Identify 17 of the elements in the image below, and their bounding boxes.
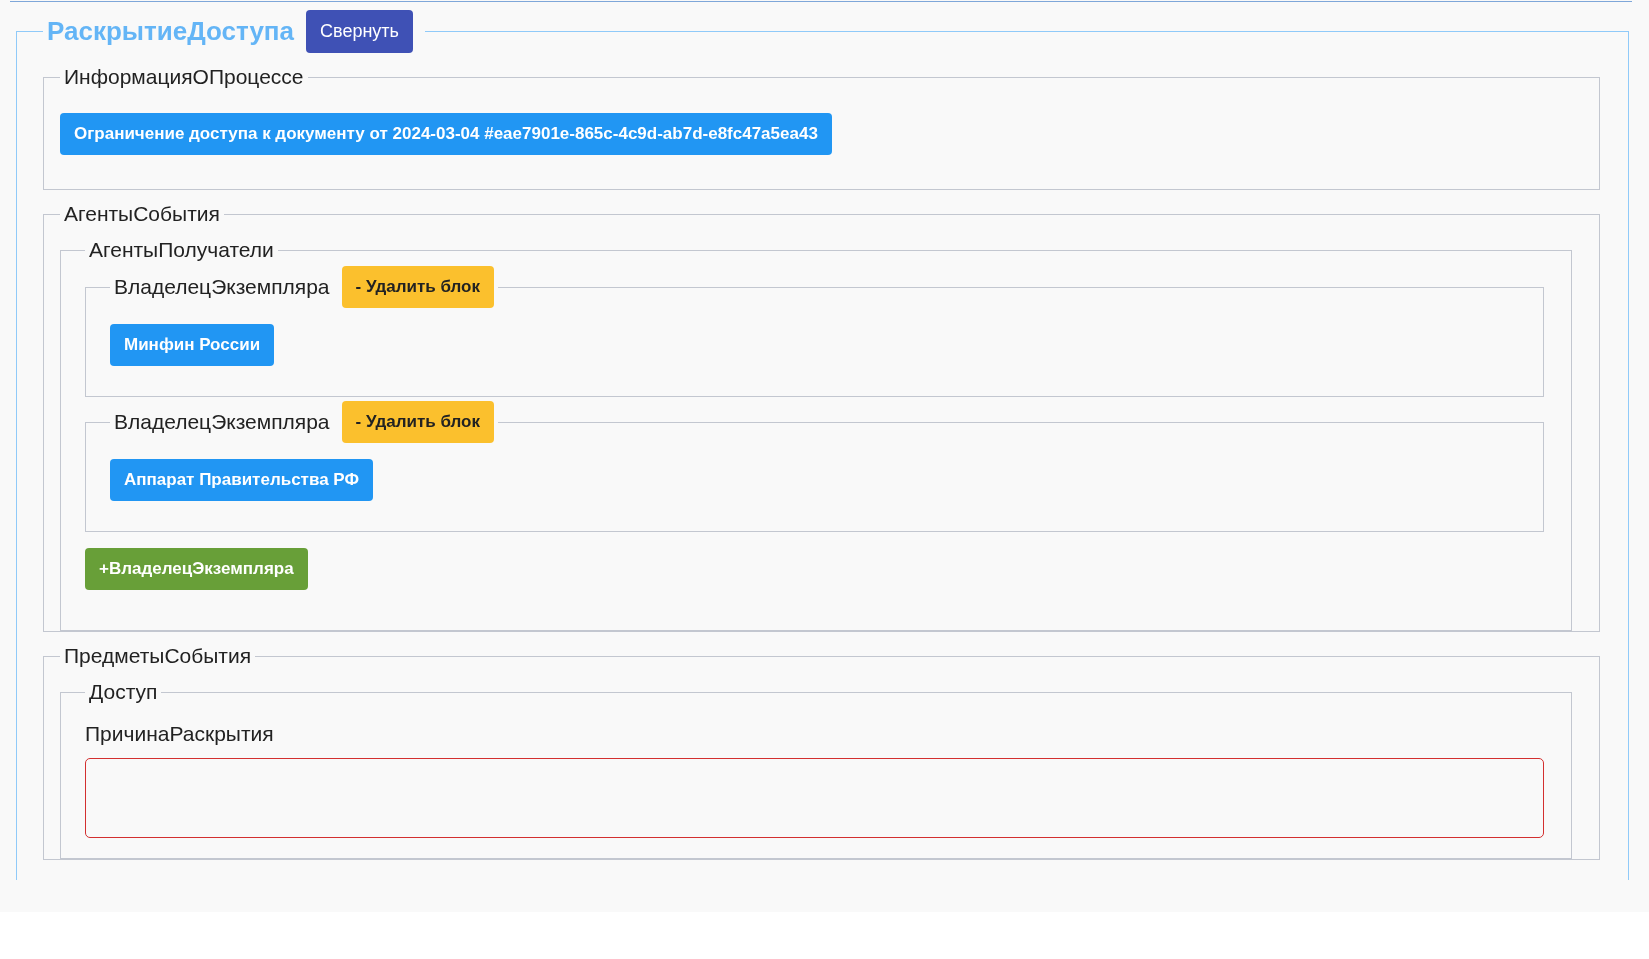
collapse-button[interactable]: Свернуть bbox=[306, 10, 413, 53]
panel-legend: АгентыПолучатели bbox=[89, 238, 274, 261]
panel-legend: ИнформацияОПроцессе bbox=[64, 65, 304, 88]
owner-value-button[interactable]: Аппарат Правительства РФ bbox=[110, 459, 373, 501]
field-label: ПричинаРаскрытия bbox=[85, 722, 275, 746]
reason-field[interactable] bbox=[85, 758, 1544, 838]
panel-legend: ВладелецЭкземпляра bbox=[114, 275, 330, 299]
panel-legend: Доступ bbox=[89, 680, 158, 703]
section-title: РаскрытиеДоступа bbox=[47, 16, 295, 47]
delete-block-button[interactable]: - Удалить блок bbox=[341, 266, 494, 308]
delete-block-button[interactable]: - Удалить блок bbox=[341, 401, 494, 443]
panel-legend: ПредметыСобытия bbox=[64, 644, 252, 667]
panel-legend: ВладелецЭкземпляра bbox=[114, 410, 330, 434]
add-owner-button[interactable]: +ВладелецЭкземпляра bbox=[85, 548, 308, 590]
process-link-button[interactable]: Ограничение доступа к документу от 2024-03-04 #eae7901e-865c-4c9d-ab7d-e8fc47a5ea43 bbox=[60, 113, 832, 155]
panel-legend: АгентыСобытия bbox=[64, 202, 220, 225]
owner-value-button[interactable]: Минфин России bbox=[110, 324, 275, 366]
